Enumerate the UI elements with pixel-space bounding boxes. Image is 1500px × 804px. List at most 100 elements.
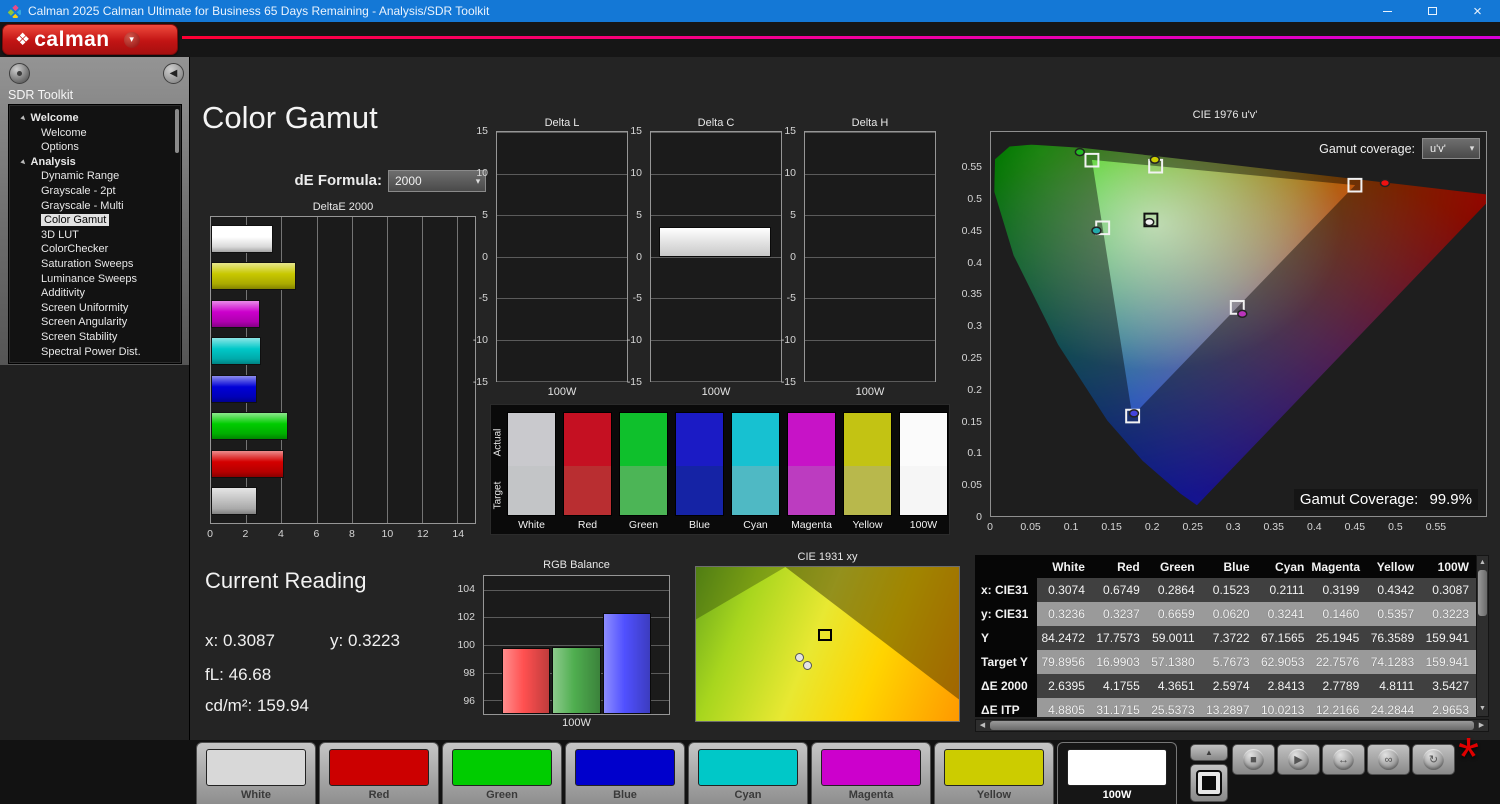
- axis-tick-label: 96: [463, 695, 475, 707]
- actual-swatch: [731, 412, 780, 466]
- actual-swatch: [507, 412, 556, 466]
- axis-tick-label: 10: [381, 528, 393, 540]
- axis-tick-label: 98: [463, 667, 475, 679]
- table-column-header-magenta: Magenta: [1311, 555, 1366, 578]
- pattern-button-blue[interactable]: Blue: [565, 742, 685, 804]
- workflow-orb-button[interactable]: [9, 63, 30, 84]
- play-button[interactable]: ▶: [1277, 744, 1320, 775]
- table-cell: 4.8805: [1037, 698, 1092, 717]
- sidebar-item-additivity[interactable]: Additivity: [9, 286, 181, 301]
- delta-e-x-axis: 02468101214: [210, 528, 476, 541]
- sidebar-item-grayscale-2pt[interactable]: Grayscale - 2pt: [9, 184, 181, 199]
- measured-point-magenta: [1238, 310, 1247, 317]
- swatch-column-white: White: [507, 412, 556, 531]
- sidebar-item-label: Additivity: [41, 287, 85, 299]
- axis-tick-label: -10: [781, 334, 796, 346]
- title-bar: Calman 2025 Calman Ultimate for Business…: [0, 0, 1500, 22]
- sidebar-item-screen-uniformity[interactable]: Screen Uniformity: [9, 301, 181, 316]
- gamut-coverage-label: Gamut coverage:: [1319, 142, 1415, 156]
- axis-tick-label: 102: [457, 611, 475, 623]
- sidebar-item-options[interactable]: Options: [9, 140, 181, 155]
- pattern-button-magenta[interactable]: Magenta: [811, 742, 931, 804]
- gamut-coverage-value: 99.9%: [1429, 491, 1472, 508]
- tree-scrollbar[interactable]: [175, 109, 179, 153]
- pattern-label: Green: [443, 789, 561, 801]
- pattern-label: White: [197, 789, 315, 801]
- pattern-button-100w[interactable]: 100W: [1057, 742, 1177, 804]
- sidebar-item-label: Dynamic Range: [41, 170, 119, 182]
- rgb-balance-y-axis: 1041021009896: [451, 575, 479, 715]
- sidebar-item-welcome[interactable]: ▾Welcome: [9, 111, 181, 126]
- table-column-header-100w: 100W: [1421, 555, 1476, 578]
- sidebar-item-screen-angularity[interactable]: Screen Angularity: [9, 315, 181, 330]
- pattern-button-green[interactable]: Green: [442, 742, 562, 804]
- gamut-coverage-dropdown[interactable]: u'v' ▾: [1422, 138, 1480, 159]
- pattern-window-size-button[interactable]: [1190, 764, 1228, 802]
- delta-e-bar-cyan: [211, 337, 261, 365]
- measurement-table: WhiteRedGreenBlueCyanMagentaYellow100Wx:…: [975, 555, 1476, 717]
- pattern-button-yellow[interactable]: Yellow: [934, 742, 1054, 804]
- pattern-button-red[interactable]: Red: [319, 742, 439, 804]
- tree-expander-icon[interactable]: ▾: [17, 112, 31, 126]
- axis-tick-label: -5: [787, 292, 796, 304]
- delta-h-y-axis: 151050-5-10-15: [770, 131, 800, 382]
- target-swatch: [563, 466, 612, 516]
- delta-e-bar-white: [211, 487, 257, 515]
- de-formula-value: 2000: [389, 174, 471, 188]
- target-swatch: [843, 466, 892, 516]
- table-cell: 5.7673: [1202, 650, 1257, 674]
- minimize-button[interactable]: [1365, 0, 1410, 22]
- table-horizontal-scrollbar[interactable]: ◀ ▶: [975, 719, 1489, 732]
- target-swatch: [787, 466, 836, 516]
- table-column-header-cyan: Cyan: [1257, 555, 1312, 578]
- sidebar-item-grayscale-multi[interactable]: Grayscale - Multi: [9, 199, 181, 214]
- close-button[interactable]: ×: [1455, 0, 1500, 22]
- accent-gradient-line: [182, 36, 1500, 39]
- header-chrome: [0, 22, 1500, 57]
- table-vertical-scrollbar[interactable]: ▲ ▼: [1476, 555, 1489, 717]
- refresh-button[interactable]: ↻: [1412, 744, 1455, 775]
- scroll-left-icon[interactable]: ◀: [976, 720, 989, 731]
- table-column-header-blue: Blue: [1202, 555, 1257, 578]
- axis-tick-label: -5: [479, 292, 488, 304]
- sidebar-item-3d-lut[interactable]: 3D LUT: [9, 228, 181, 243]
- table-cell: 0.3237: [1092, 602, 1147, 626]
- sidebar-item-welcome[interactable]: Welcome: [9, 126, 181, 141]
- scroll-up-icon[interactable]: ▲: [1477, 557, 1488, 569]
- sidebar-collapse-button[interactable]: ◀: [163, 63, 184, 84]
- sidebar-item-label: Options: [41, 141, 79, 153]
- table-cell: 76.3589: [1366, 626, 1421, 650]
- pattern-button-white[interactable]: White: [196, 742, 316, 804]
- table-cell: 4.3651: [1147, 674, 1202, 698]
- step-button[interactable]: ↔: [1322, 744, 1365, 775]
- delta-e-bar-100w: [211, 225, 273, 253]
- target-marker-red: [1348, 179, 1361, 192]
- table-cell: 16.9903: [1092, 650, 1147, 674]
- delta-c-y-axis: 151050-5-10-15: [616, 131, 646, 382]
- sidebar: ◀ SDR Toolkit ▾WelcomeWelcomeOptions▾Ana…: [0, 57, 190, 804]
- pattern-window-collapse-button[interactable]: ▲: [1190, 744, 1228, 761]
- cie1976-title: CIE 1976 u'v': [958, 109, 1492, 121]
- sidebar-item-label: Screen Uniformity: [41, 302, 128, 314]
- calman-menu-button[interactable]: ❖ calman ▾: [2, 24, 178, 55]
- sidebar-item-colorchecker[interactable]: ColorChecker: [9, 242, 181, 257]
- axis-tick-label: 10: [784, 167, 796, 179]
- axis-tick-label: 0: [636, 251, 642, 263]
- table-cell: 3.5427: [1421, 674, 1476, 698]
- table-cell: 25.1945: [1311, 626, 1366, 650]
- stop-button[interactable]: ■: [1232, 744, 1275, 775]
- sidebar-item-luminance-sweeps[interactable]: Luminance Sweeps: [9, 272, 181, 287]
- scroll-down-icon[interactable]: ▼: [1477, 703, 1488, 715]
- maximize-button[interactable]: [1410, 0, 1455, 22]
- continuous-button[interactable]: ∞: [1367, 744, 1410, 775]
- tree-expander-icon[interactable]: ▾: [17, 155, 31, 169]
- sidebar-item-spectral-power-dist-[interactable]: Spectral Power Dist.: [9, 345, 181, 360]
- pattern-button-cyan[interactable]: Cyan: [688, 742, 808, 804]
- sidebar-item-screen-stability[interactable]: Screen Stability: [9, 330, 181, 345]
- axis-tick-label: 0: [482, 251, 488, 263]
- sidebar-item-dynamic-range[interactable]: Dynamic Range: [9, 169, 181, 184]
- axis-tick-label: 5: [790, 209, 796, 221]
- sidebar-item-saturation-sweeps[interactable]: Saturation Sweeps: [9, 257, 181, 272]
- sidebar-item-color-gamut[interactable]: Color Gamut: [9, 213, 181, 228]
- sidebar-item-analysis[interactable]: ▾Analysis: [9, 155, 181, 170]
